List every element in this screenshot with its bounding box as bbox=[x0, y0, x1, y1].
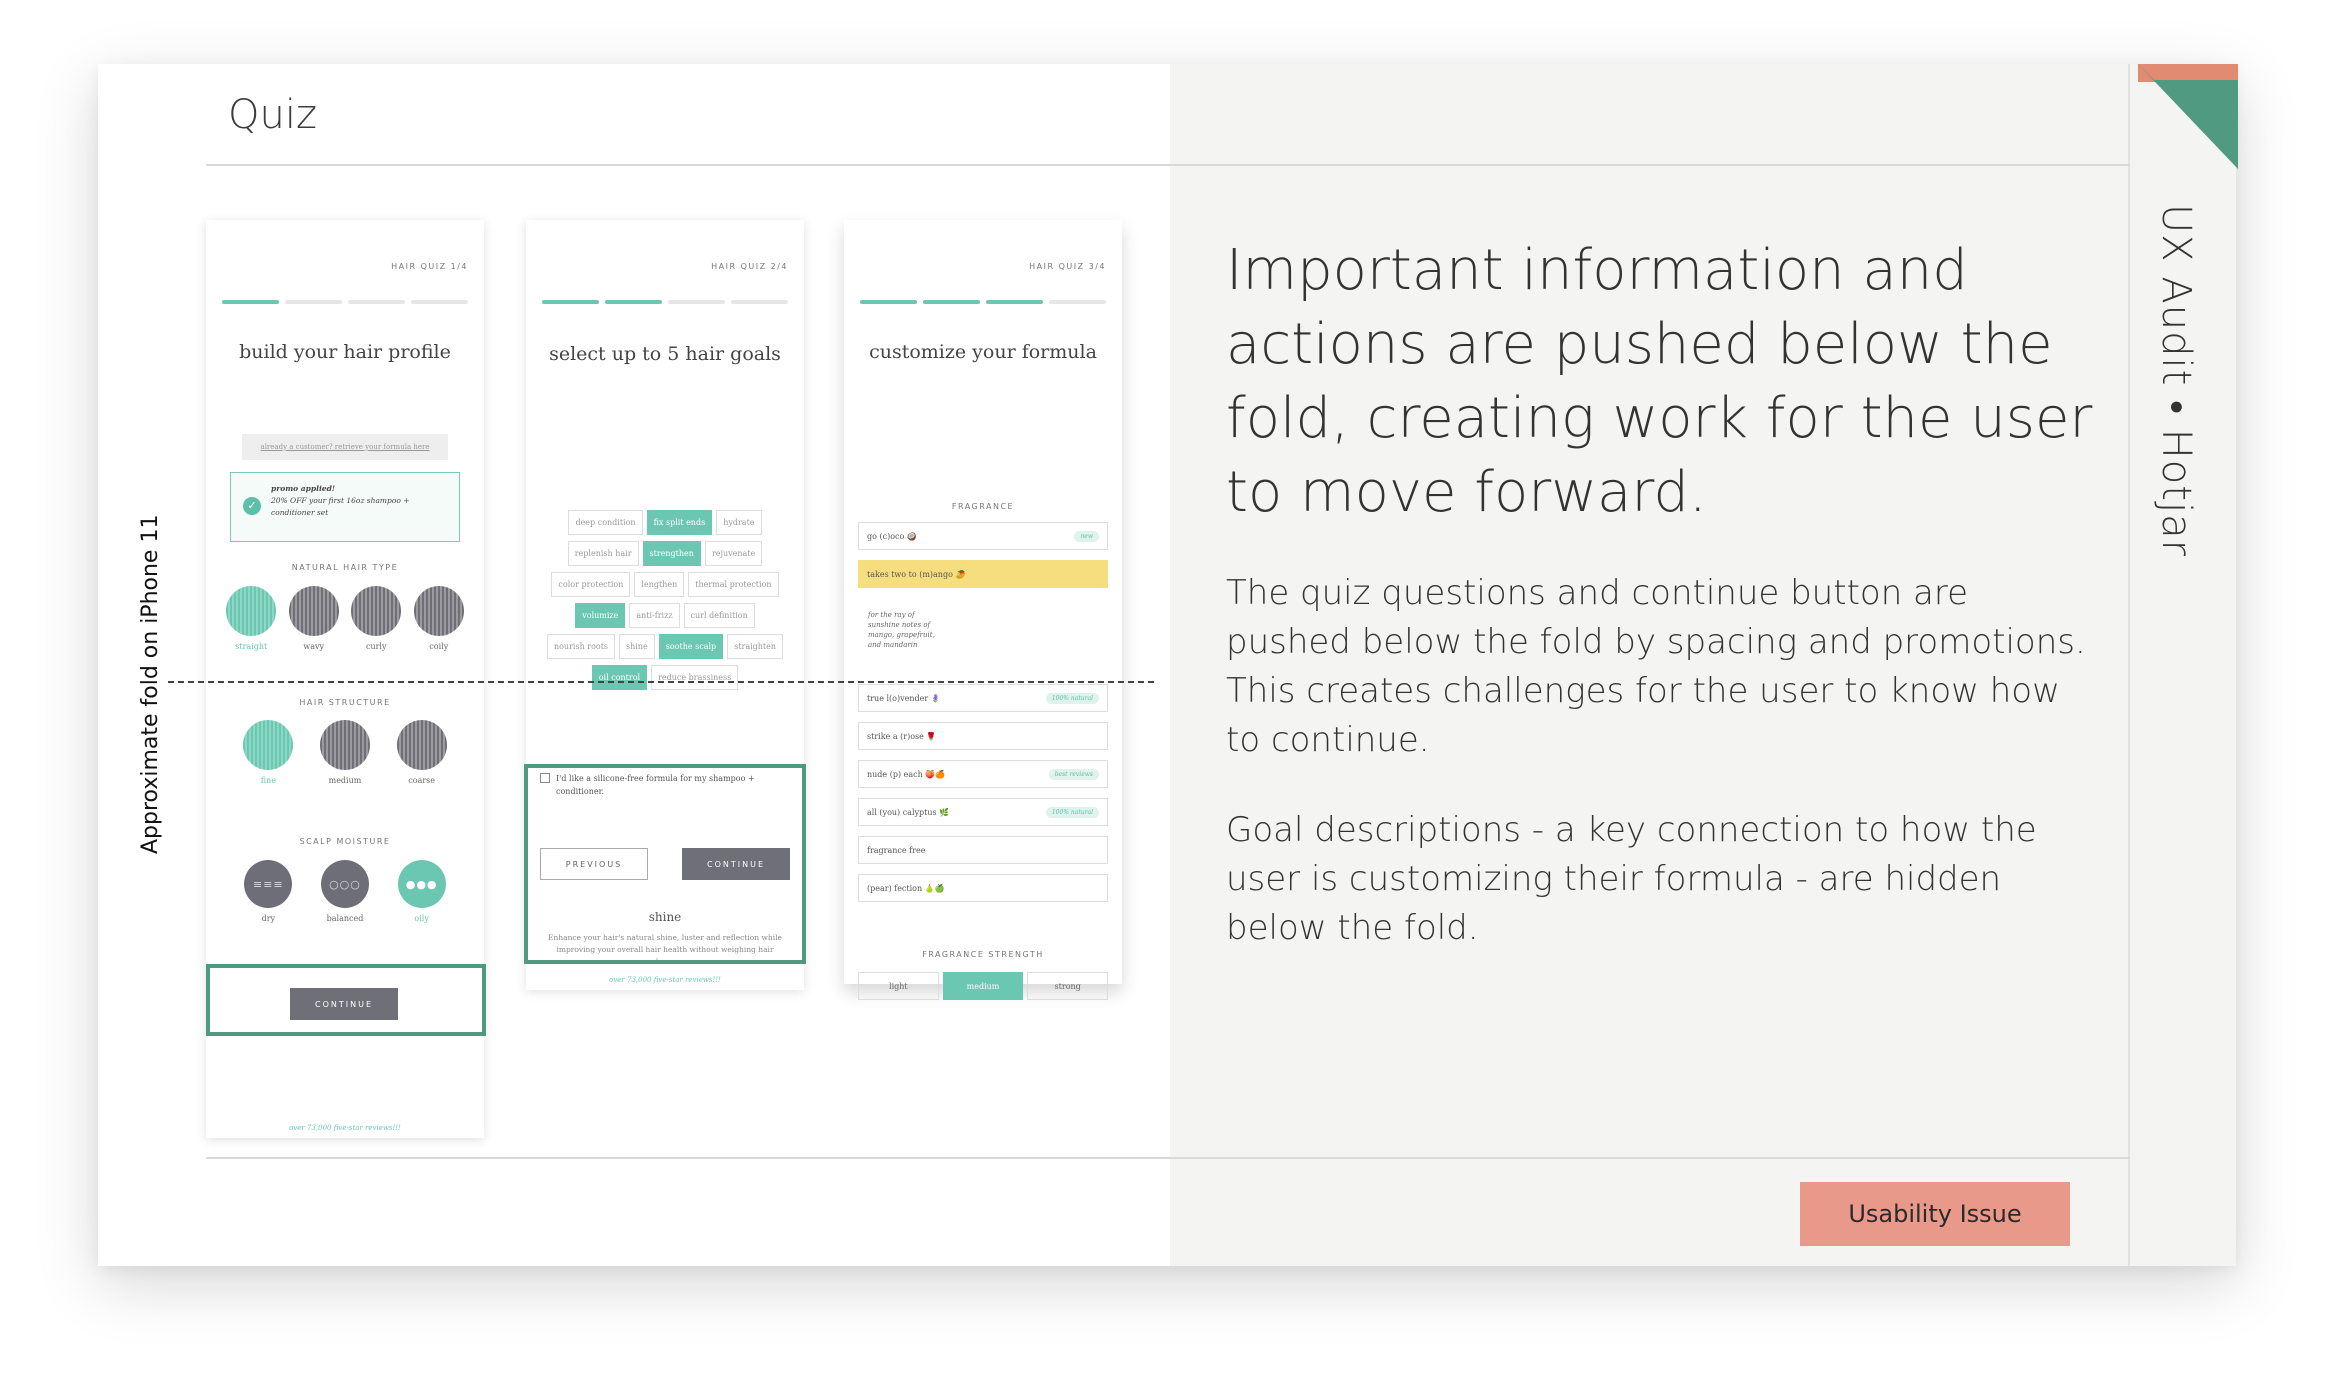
fragrance-option[interactable]: go (c)oco 🥥 new bbox=[858, 522, 1108, 550]
goal-chip[interactable]: rejuvenate bbox=[704, 541, 763, 566]
question-title: select up to 5 hair goals bbox=[549, 343, 781, 365]
option-fine[interactable]: fine bbox=[243, 720, 294, 785]
progress-bar bbox=[222, 300, 468, 304]
fold-line bbox=[168, 681, 1154, 683]
fragrance-option[interactable]: true l(o)vender 🪻 100% natural bbox=[858, 684, 1108, 712]
goal-chip[interactable]: soothe scalp bbox=[658, 634, 724, 659]
goal-chip[interactable]: shine bbox=[619, 634, 655, 659]
option-straight[interactable]: straight bbox=[226, 586, 277, 651]
quiz-step-header: HAIR QUIZ 3/4 bbox=[1029, 262, 1106, 271]
fragrance-option[interactable]: (pear) fection 🍐🍏 bbox=[858, 874, 1108, 902]
goal-chip[interactable]: oil control bbox=[591, 665, 648, 690]
goal-chip[interactable]: volumize bbox=[575, 603, 626, 628]
progress-segment bbox=[668, 300, 725, 304]
progress-segment bbox=[348, 300, 405, 304]
divider-top bbox=[206, 164, 2130, 166]
corner-decoration-icon bbox=[2138, 64, 2238, 169]
question-title: build your hair profile bbox=[239, 341, 451, 363]
fragrance-option[interactable]: fragrance free bbox=[858, 836, 1108, 864]
usability-issue-badge: Usability Issue bbox=[1800, 1182, 2070, 1246]
section-label: NATURAL HAIR TYPE bbox=[291, 563, 399, 572]
reviews-text: over 73,000 five-star reviews!!! bbox=[289, 1124, 401, 1132]
option-coarse[interactable]: coarse bbox=[396, 720, 447, 785]
promo-banner: ✓ promo applied! 20% OFF your first 16oz… bbox=[230, 472, 460, 542]
progress-segment bbox=[1049, 300, 1106, 304]
goal-chips: deep condition fix split ends hydrate reple… bbox=[544, 510, 786, 690]
fragrance-option[interactable]: nude (p) each 🍑🍊 best reviews bbox=[858, 760, 1108, 788]
goal-chip[interactable]: curl definition bbox=[683, 603, 755, 628]
headline: Important information and actions are pu… bbox=[1226, 238, 2093, 525]
progress-segment bbox=[411, 300, 468, 304]
goal-chip[interactable]: hydrate bbox=[716, 510, 762, 535]
goal-chip[interactable]: nourish roots bbox=[546, 634, 616, 659]
phone-screen-customize-formula: HAIR QUIZ 3/4 customize your formula FRA… bbox=[844, 220, 1122, 1000]
goal-chip[interactable]: straighten bbox=[727, 634, 784, 659]
option-medium[interactable]: medium bbox=[319, 720, 370, 785]
section-label: FRAGRANCE STRENGTH bbox=[922, 950, 1044, 959]
goal-chip[interactable]: lengthen bbox=[634, 572, 685, 597]
progress-segment bbox=[986, 300, 1043, 304]
fragrance-description: for the ray of sunshine notes of mango, … bbox=[858, 600, 958, 660]
section-label: SCALP MOISTURE bbox=[299, 837, 391, 846]
option-dry[interactable]: ≡≡≡ dry bbox=[244, 860, 293, 923]
progress-segment bbox=[923, 300, 980, 304]
option-curly[interactable]: curly bbox=[351, 586, 402, 651]
goal-chip[interactable]: reduce brassiness bbox=[651, 665, 739, 690]
slide: Quiz UX Audit • Hotjar Approximate fold … bbox=[98, 64, 2238, 1266]
fold-label: Approximate fold on iPhone 11 bbox=[138, 514, 163, 854]
check-icon: ✓ bbox=[243, 497, 261, 515]
body-paragraph: Goal descriptions - a key connection to … bbox=[1226, 810, 2037, 948]
scalp-moisture-options: ≡≡≡ dry ○○○ balanced ●●● oily bbox=[230, 860, 460, 923]
goal-chip[interactable]: anti-frizz bbox=[629, 603, 680, 628]
fragrance-strength-options: light medium strong bbox=[858, 972, 1109, 1000]
highlight-continue-box bbox=[206, 964, 486, 1036]
section-label: FRAGRANCE bbox=[951, 502, 1015, 511]
quiz-step-header: HAIR QUIZ 1/4 bbox=[391, 262, 468, 271]
goal-chip[interactable]: deep condition bbox=[568, 510, 643, 535]
option-balanced[interactable]: ○○○ balanced bbox=[320, 860, 369, 923]
question-title: customize your formula bbox=[869, 341, 1097, 363]
divider-bottom bbox=[206, 1157, 2130, 1159]
progress-bar bbox=[860, 300, 1106, 304]
slide-title: Quiz bbox=[228, 92, 317, 138]
retrieve-formula-link[interactable]: already a customer? retrieve your formul… bbox=[242, 434, 448, 460]
side-label: UX Audit • Hotjar bbox=[2153, 204, 2199, 558]
progress-bar bbox=[542, 300, 788, 304]
reviews-text: over 73,000 five-star reviews!!! bbox=[609, 976, 721, 984]
goal-chip[interactable]: strengthen bbox=[642, 541, 701, 566]
strength-medium[interactable]: medium bbox=[942, 972, 1024, 1000]
progress-segment bbox=[542, 300, 599, 304]
progress-segment bbox=[222, 300, 279, 304]
promo-text: 20% OFF your first 16oz shampoo + condit… bbox=[271, 496, 410, 517]
strength-strong[interactable]: strong bbox=[1027, 972, 1109, 1000]
promo-title: promo applied! bbox=[271, 484, 336, 493]
fragrance-list: go (c)oco 🥥 new takes two to (m)ango 🥭 fo… bbox=[858, 522, 1108, 912]
goal-chip[interactable]: fix split ends bbox=[646, 510, 713, 535]
strength-light[interactable]: light bbox=[858, 972, 939, 1000]
progress-segment bbox=[731, 300, 788, 304]
body-paragraph: The quiz questions and continue button a… bbox=[1226, 573, 2086, 760]
progress-segment bbox=[285, 300, 342, 304]
fragrance-option-selected[interactable]: takes two to (m)ango 🥭 bbox=[858, 560, 1108, 588]
goal-chip[interactable]: replenish hair bbox=[567, 541, 639, 566]
goal-chip[interactable]: color protection bbox=[551, 572, 631, 597]
progress-segment bbox=[605, 300, 662, 304]
option-coily[interactable]: coily bbox=[413, 586, 464, 651]
progress-segment bbox=[860, 300, 917, 304]
hair-type-options: straight wavy curly coily bbox=[220, 586, 470, 651]
quiz-step-header: HAIR QUIZ 2/4 bbox=[711, 262, 788, 271]
hair-structure-options: fine medium coarse bbox=[230, 720, 460, 785]
fragrance-option[interactable]: all (you) calyptus 🌿 100% natural bbox=[858, 798, 1108, 826]
highlight-below-fold-box bbox=[524, 764, 806, 964]
section-label: HAIR STRUCTURE bbox=[299, 698, 391, 707]
fragrance-detail-card: for the ray of sunshine notes of mango, … bbox=[858, 588, 1108, 672]
goal-chip[interactable]: thermal protection bbox=[688, 572, 779, 597]
option-wavy[interactable]: wavy bbox=[288, 586, 339, 651]
option-oily[interactable]: ●●● oily bbox=[397, 860, 446, 923]
fragrance-option[interactable]: strike a (r)ose 🌹 bbox=[858, 722, 1108, 750]
